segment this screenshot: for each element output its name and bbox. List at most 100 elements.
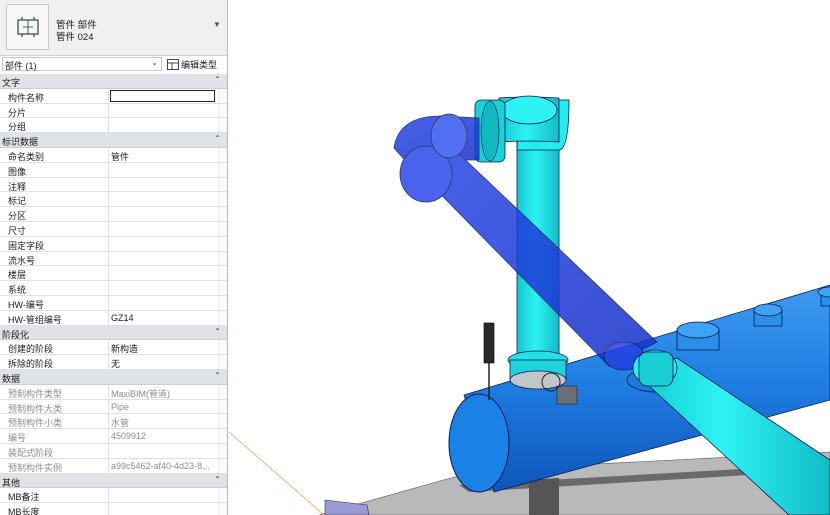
property-row[interactable]: HW-编号 xyxy=(0,295,227,311)
column-divider xyxy=(108,207,109,221)
row-scroll-gutter xyxy=(218,192,227,207)
3d-pipe-model[interactable] xyxy=(229,0,830,515)
column-divider xyxy=(108,443,109,458)
property-group-header[interactable]: 阶段化 ⌃ xyxy=(0,325,227,341)
property-name: 图像 xyxy=(8,166,27,177)
column-divider xyxy=(108,221,109,236)
property-name: 预制构件大类 xyxy=(8,403,63,414)
property-name: 创建的阶段 xyxy=(8,344,54,355)
type-name: 管件 024 xyxy=(56,32,94,43)
row-scroll-gutter xyxy=(218,503,227,515)
collapse-icon[interactable]: ⌃ xyxy=(214,371,221,380)
property-row[interactable]: 预制构件小类 水管 xyxy=(0,414,227,430)
instance-filter-select[interactable]: 部件 (1) ⌄ xyxy=(2,57,162,71)
property-group-name: 其他 xyxy=(2,477,21,488)
instance-filter-row: 部件 (1) ⌄ 编辑类型 xyxy=(0,57,227,72)
property-row[interactable]: 预制构件大类 Pipe xyxy=(0,399,227,415)
row-scroll-gutter xyxy=(218,310,227,325)
column-divider xyxy=(108,88,109,103)
column-divider xyxy=(108,266,109,281)
property-value-input[interactable] xyxy=(110,89,215,102)
row-scroll-gutter xyxy=(218,103,227,118)
row-scroll-gutter xyxy=(218,281,227,295)
property-row[interactable]: MB备注 xyxy=(0,488,227,504)
row-scroll-gutter xyxy=(218,88,227,103)
property-row[interactable]: 分片 xyxy=(0,103,227,119)
property-group-name: 阶段化 xyxy=(2,329,30,340)
property-group-header[interactable]: 其他 ⌃ xyxy=(0,473,227,489)
property-name: 预制构件类型 xyxy=(8,388,63,399)
property-row[interactable]: 分区 xyxy=(0,207,227,222)
row-scroll-gutter xyxy=(218,355,227,369)
property-group-header[interactable]: 文字 ⌃ xyxy=(0,74,227,89)
property-name: 分区 xyxy=(8,211,27,222)
chevron-down-icon[interactable]: ▼ xyxy=(213,20,221,29)
property-name: 系统 xyxy=(8,285,27,296)
property-row[interactable]: 流水号 xyxy=(0,251,227,267)
property-name: 编号 xyxy=(8,433,27,444)
column-divider xyxy=(108,429,109,443)
property-row[interactable]: 装配式阶段 xyxy=(0,443,227,459)
property-name: 拆除的阶段 xyxy=(8,359,54,370)
row-scroll-gutter xyxy=(218,384,227,399)
column-divider xyxy=(108,177,109,192)
property-name: 预制构件实例 xyxy=(8,462,63,473)
property-value[interactable]: GZ14 xyxy=(111,313,217,323)
collapse-icon[interactable]: ⌃ xyxy=(214,75,221,84)
row-scroll-gutter xyxy=(218,236,227,251)
property-row[interactable]: 预制构件类型 MaxiBIM(管道) xyxy=(0,384,227,400)
property-row[interactable]: 构件名称 xyxy=(0,88,227,104)
property-row[interactable]: 标记 xyxy=(0,192,227,208)
property-group-header[interactable]: 标识数据 ⌃ xyxy=(0,133,227,148)
property-name: 固定字段 xyxy=(8,240,45,251)
property-name: 标记 xyxy=(8,196,27,207)
property-name: 楼层 xyxy=(8,270,27,281)
property-name: HW-编号 xyxy=(8,299,44,310)
property-name: 命名类别 xyxy=(8,151,45,162)
property-row[interactable]: 编号 4509912 xyxy=(0,429,227,444)
property-name: 构件名称 xyxy=(8,92,45,103)
type-selector[interactable]: 管件 部件 管件 024 ▼ xyxy=(0,0,227,56)
property-row[interactable]: 分组 xyxy=(0,118,227,134)
property-row[interactable]: 命名类别 管件 xyxy=(0,147,227,163)
column-divider xyxy=(108,355,109,369)
property-group-name: 数据 xyxy=(2,373,21,384)
property-row[interactable]: 尺寸 xyxy=(0,221,227,237)
property-row[interactable]: 系统 xyxy=(0,281,227,296)
column-divider xyxy=(108,118,109,133)
property-value[interactable]: 新构造 xyxy=(111,342,217,355)
property-row[interactable]: 预制构件实例 a99c5462-af40-4d23-8... xyxy=(0,458,227,474)
row-scroll-gutter xyxy=(218,443,227,458)
3d-viewport[interactable] xyxy=(229,0,830,515)
property-value: 水管 xyxy=(111,418,130,429)
property-group-name: 文字 xyxy=(2,78,21,88)
property-row[interactable]: 拆除的阶段 无 xyxy=(0,355,227,370)
property-name: 尺寸 xyxy=(8,225,27,236)
property-value[interactable]: 管件 xyxy=(111,150,217,163)
collapse-icon[interactable]: ⌃ xyxy=(214,134,221,143)
property-row[interactable]: 固定字段 xyxy=(0,236,227,252)
column-divider xyxy=(108,488,109,503)
collapse-icon[interactable]: ⌃ xyxy=(214,327,221,336)
property-group-header[interactable]: 数据 ⌃ xyxy=(0,369,227,385)
row-scroll-gutter xyxy=(218,429,227,443)
property-value[interactable]: 无 xyxy=(111,357,217,370)
property-row[interactable]: MB长度 xyxy=(0,503,227,515)
property-name: 装配式阶段 xyxy=(8,447,54,458)
property-row[interactable]: 楼层 xyxy=(0,266,227,282)
property-row[interactable]: 创建的阶段 新构造 xyxy=(0,340,227,356)
column-divider xyxy=(108,384,109,399)
property-row[interactable]: 注释 xyxy=(0,177,227,193)
column-divider xyxy=(108,147,109,162)
property-row[interactable]: HW-管组编号 GZ14 xyxy=(0,310,227,326)
collapse-icon[interactable]: ⌃ xyxy=(214,475,221,484)
property-name: MB备注 xyxy=(8,492,40,503)
column-divider xyxy=(108,458,109,473)
chevron-down-icon: ⌄ xyxy=(151,58,158,67)
row-scroll-gutter xyxy=(218,399,227,414)
property-value: Pipe xyxy=(111,401,130,412)
column-divider xyxy=(108,340,109,355)
property-row[interactable]: 图像 xyxy=(0,162,227,178)
row-scroll-gutter xyxy=(218,458,227,473)
edit-type-button[interactable]: 编辑类型 xyxy=(167,57,217,71)
